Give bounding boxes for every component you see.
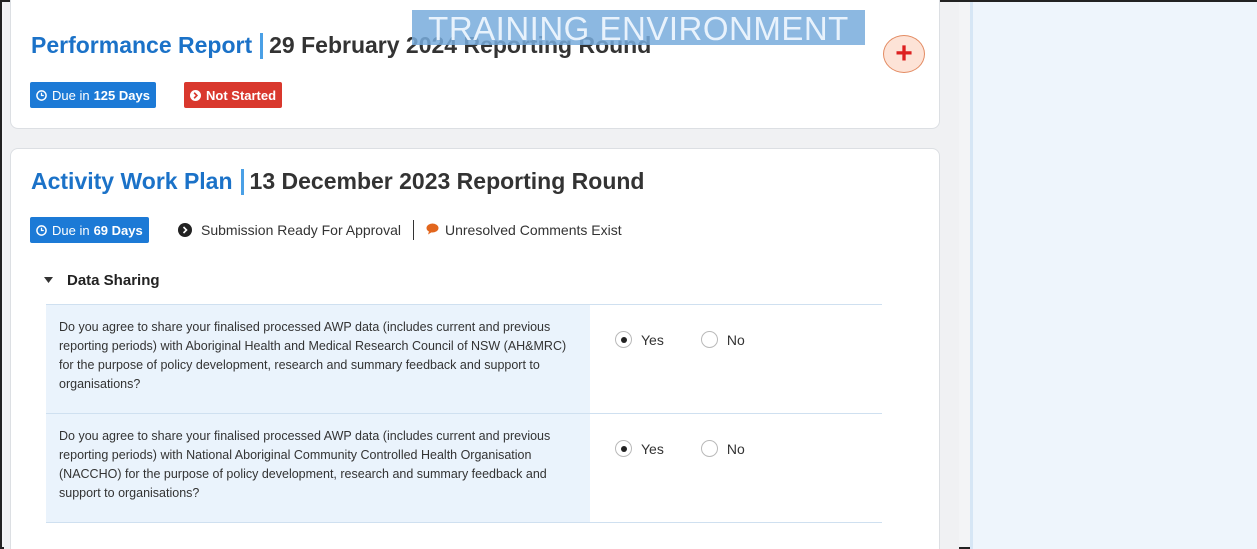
arrow-circle-icon xyxy=(190,89,201,101)
question-text: Do you agree to share your finalised pro… xyxy=(46,414,590,522)
answer-radio-group: Yes No xyxy=(590,305,882,413)
title-divider xyxy=(240,168,244,195)
app-frame: Performance Report 29 February 2024 Repo… xyxy=(0,0,1257,549)
data-sharing-section-toggle[interactable]: Data Sharing xyxy=(44,272,160,289)
due-prefix: Due in xyxy=(52,222,90,238)
right-side-panel xyxy=(970,2,1257,549)
answer-radio-group: Yes No xyxy=(590,414,882,522)
radio-label: No xyxy=(726,440,745,457)
performance-report-title[interactable]: Performance Report xyxy=(31,32,252,59)
radio-option-no[interactable]: No xyxy=(700,331,745,348)
unresolved-comments[interactable]: Unresolved Comments Exist xyxy=(445,222,622,238)
question-text: Do you agree to share your finalised pro… xyxy=(46,305,590,413)
caret-down-icon xyxy=(44,275,53,286)
main-column: Performance Report 29 February 2024 Repo… xyxy=(4,0,959,549)
due-prefix: Due in xyxy=(52,87,90,103)
status-label: Not Started xyxy=(206,87,277,103)
radio-button[interactable] xyxy=(700,331,718,348)
activity-work-plan-title-row: Activity Work Plan 13 December 2023 Repo… xyxy=(31,168,644,195)
radio-button-checked[interactable] xyxy=(615,331,632,348)
add-button[interactable]: + xyxy=(883,35,925,73)
due-value: 125 Days xyxy=(93,87,150,103)
section-title: Data Sharing xyxy=(67,272,160,289)
comment-icon xyxy=(426,223,439,238)
radio-option-yes[interactable]: Yes xyxy=(615,331,664,348)
activity-work-plan-due-badge: Due in 69 Days xyxy=(30,217,149,243)
due-value: 69 Days xyxy=(93,222,143,238)
activity-work-plan-round: 13 December 2023 Reporting Round xyxy=(249,168,645,194)
radio-option-no[interactable]: No xyxy=(700,440,745,457)
radio-label: No xyxy=(726,331,745,348)
submission-status: Submission Ready For Approval xyxy=(201,222,401,238)
status-divider xyxy=(413,220,414,240)
data-sharing-questions: Do you agree to share your finalised pro… xyxy=(46,304,882,523)
activity-work-plan-title[interactable]: Activity Work Plan xyxy=(31,168,233,195)
question-row: Do you agree to share your finalised pro… xyxy=(46,305,882,414)
performance-report-status-badge: Not Started xyxy=(184,82,283,108)
radio-button[interactable] xyxy=(700,440,718,457)
arrow-circle-icon xyxy=(178,223,192,237)
radio-label: Yes xyxy=(641,331,664,348)
radio-button-checked[interactable] xyxy=(615,440,632,457)
question-row: Do you agree to share your finalised pro… xyxy=(46,414,882,523)
activity-work-plan-status-row: Submission Ready For Approval Unresolved… xyxy=(178,220,622,240)
title-divider xyxy=(260,32,264,59)
radio-label: Yes xyxy=(641,440,664,457)
radio-option-yes[interactable]: Yes xyxy=(615,440,664,457)
clock-icon xyxy=(36,89,47,101)
clock-icon xyxy=(36,224,47,236)
training-environment-banner: TRAINING ENVIRONMENT xyxy=(412,10,865,45)
performance-report-due-badge: Due in 125 Days xyxy=(30,82,156,108)
